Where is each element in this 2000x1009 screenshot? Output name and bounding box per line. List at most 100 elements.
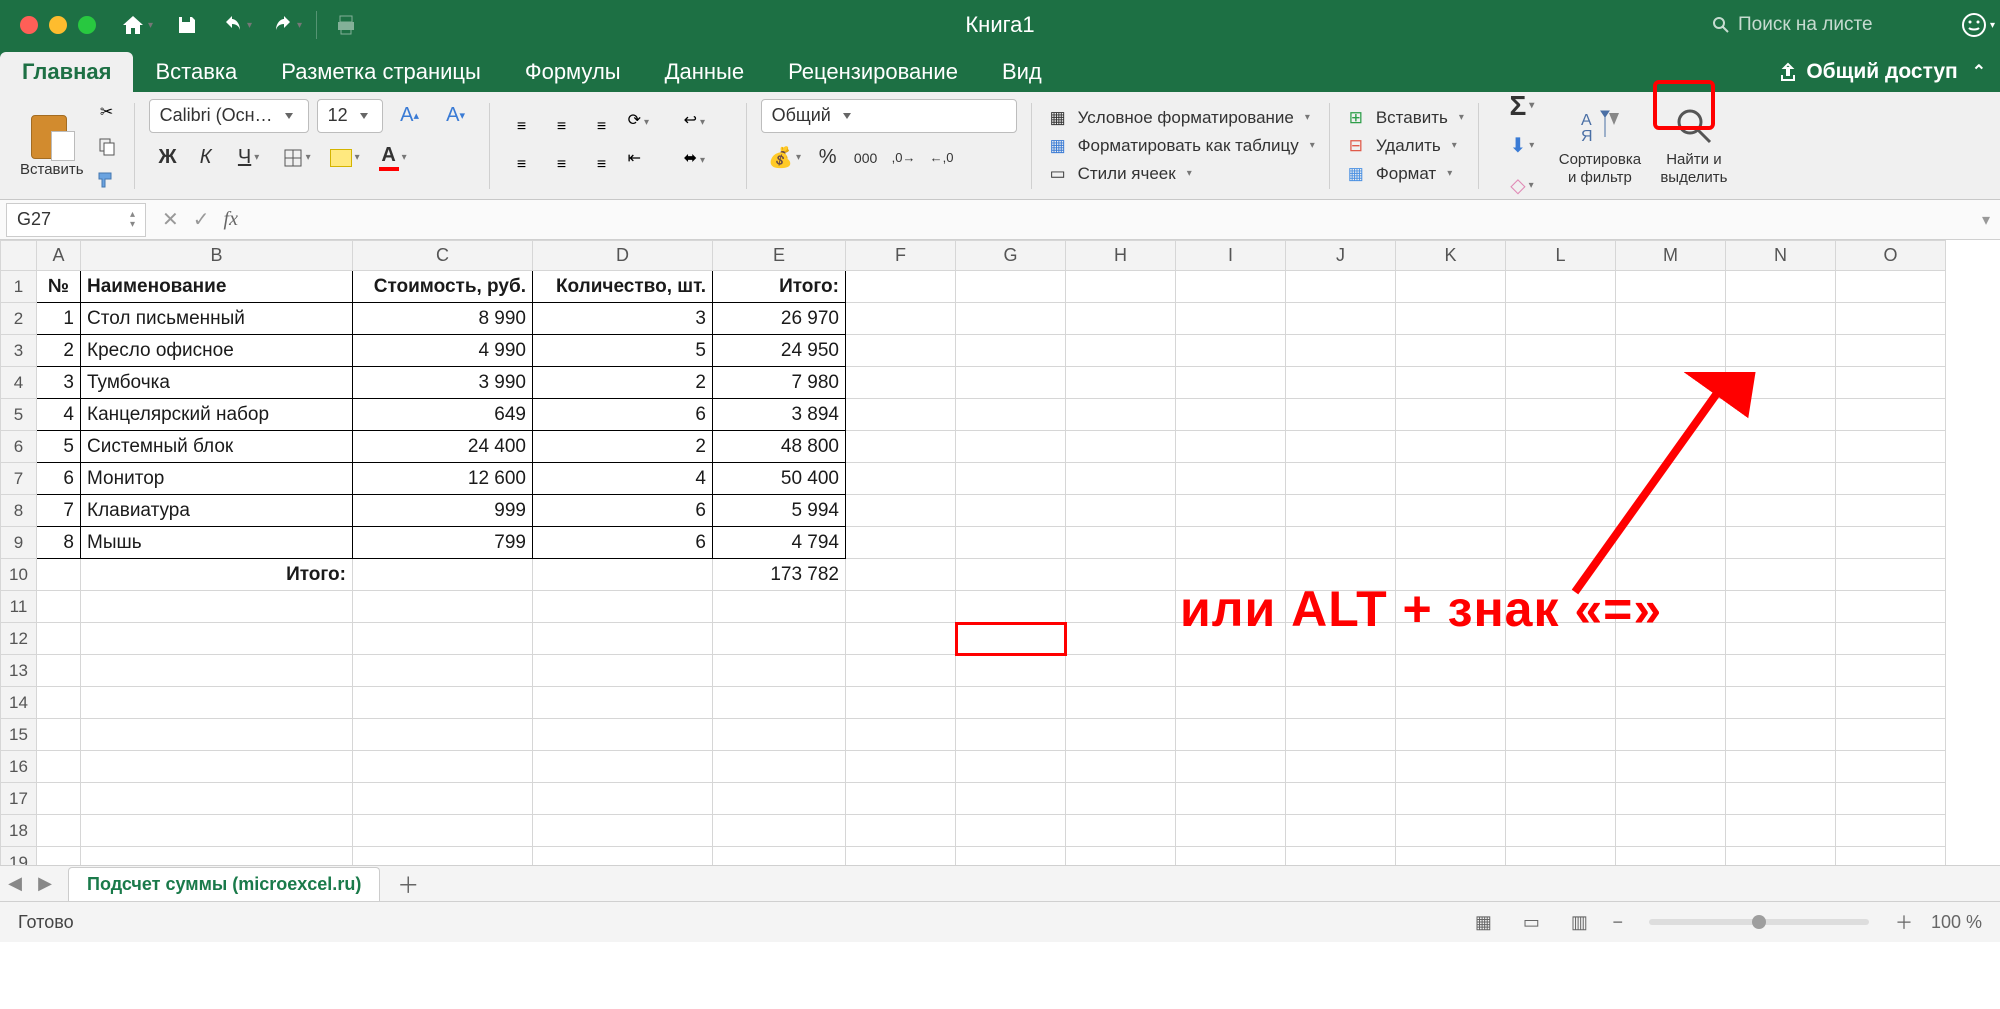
print-icon[interactable] (321, 0, 371, 50)
add-sheet-button[interactable]: ＋ (390, 869, 426, 899)
align-left-icon[interactable]: ≡ (504, 148, 540, 182)
align-top-icon[interactable]: ≡ (504, 110, 540, 144)
copy-icon[interactable] (94, 133, 120, 159)
tab-view[interactable]: Вид (980, 52, 1064, 92)
zoom-slider[interactable] (1649, 919, 1869, 925)
save-icon[interactable] (162, 0, 212, 50)
row-header-11[interactable]: 11 (1, 591, 37, 623)
autosum-button[interactable]: Σ▾ (1493, 89, 1551, 123)
maximize-window[interactable] (78, 16, 96, 34)
col-header-I[interactable]: I (1176, 241, 1286, 271)
col-header-L[interactable]: L (1506, 241, 1616, 271)
search-box[interactable]: Поиск на листе (1698, 8, 1948, 42)
share-button[interactable]: Общий доступ ⌃ (1778, 60, 2000, 92)
col-header-K[interactable]: K (1396, 241, 1506, 271)
row-header-18[interactable]: 18 (1, 815, 37, 847)
decrease-decimal-icon[interactable]: ←,0 (923, 141, 961, 175)
fill-button[interactable]: ⬇▾ (1493, 129, 1551, 163)
minimize-window[interactable] (49, 16, 67, 34)
redo-icon[interactable]: ▾ (262, 0, 312, 50)
tab-review[interactable]: Рецензирование (766, 52, 980, 92)
currency-button[interactable]: 💰▾ (761, 141, 809, 175)
increase-decimal-icon[interactable]: ,0→ (885, 141, 923, 175)
cancel-formula-icon[interactable]: ✕ (162, 207, 179, 232)
align-center-icon[interactable]: ≡ (544, 148, 580, 182)
next-sheet-icon[interactable]: ▶ (30, 873, 60, 894)
row-header-9[interactable]: 9 (1, 527, 37, 559)
number-format-combo[interactable]: Общий (761, 99, 1017, 133)
row-header-12[interactable]: 12 (1, 623, 37, 655)
name-box[interactable]: G27 ▴▾ (6, 203, 146, 237)
collapse-ribbon-icon[interactable]: ⌃ (1972, 62, 1986, 82)
col-header-N[interactable]: N (1726, 241, 1836, 271)
align-bottom-icon[interactable]: ≡ (584, 110, 620, 144)
row-header-1[interactable]: 1 (1, 271, 37, 303)
col-header-B[interactable]: B (81, 241, 353, 271)
row-header-3[interactable]: 3 (1, 335, 37, 367)
orientation-icon[interactable]: ⟳▾ (628, 110, 676, 144)
zoom-out-icon[interactable]: − (1612, 912, 1623, 933)
format-as-table-button[interactable]: ▦Форматировать как таблицу▾ (1046, 133, 1315, 159)
row-header-16[interactable]: 16 (1, 751, 37, 783)
insert-cells-button[interactable]: ⊞Вставить▾ (1344, 105, 1464, 131)
comma-button[interactable]: 000 (847, 141, 885, 175)
tab-insert[interactable]: Вставка (133, 52, 259, 92)
tab-page-layout[interactable]: Разметка страницы (259, 52, 503, 92)
row-header-15[interactable]: 15 (1, 719, 37, 751)
col-header-D[interactable]: D (533, 241, 713, 271)
row-header-10[interactable]: 10 (1, 559, 37, 591)
delete-cells-button[interactable]: ⊟Удалить▾ (1344, 133, 1464, 159)
row-header-7[interactable]: 7 (1, 463, 37, 495)
borders-button[interactable]: ▾ (273, 141, 321, 175)
close-window[interactable] (20, 16, 38, 34)
page-layout-view-icon[interactable]: ▭ (1516, 910, 1546, 934)
zoom-in-icon[interactable]: ＋ (1895, 909, 1913, 935)
decrease-font-icon[interactable]: A▾ (437, 99, 475, 133)
home-icon[interactable]: ▾ (112, 0, 162, 50)
indent-decrease-icon[interactable]: ⇤ (628, 148, 676, 182)
sort-filter-button[interactable]: АЯ Сортировка и фильтр (1555, 105, 1645, 187)
feedback-icon[interactable]: ▾ (1956, 0, 2000, 50)
page-break-view-icon[interactable]: ▥ (1564, 910, 1594, 934)
tab-home[interactable]: Главная (0, 52, 133, 92)
align-middle-icon[interactable]: ≡ (544, 110, 580, 144)
percent-button[interactable]: % (809, 141, 847, 175)
italic-button[interactable]: К (187, 141, 225, 175)
row-header-13[interactable]: 13 (1, 655, 37, 687)
tab-formulas[interactable]: Формулы (503, 52, 643, 92)
confirm-formula-icon[interactable]: ✓ (193, 207, 210, 232)
merge-cells-icon[interactable]: ⬌▾ (684, 148, 732, 182)
formula-input[interactable] (254, 203, 1972, 237)
fx-icon[interactable]: fx (224, 208, 238, 231)
spreadsheet-grid[interactable]: ABCDEFGHIJKLMNO1№НаименованиеСтоимость, … (0, 240, 1946, 866)
bold-button[interactable]: Ж (149, 141, 187, 175)
row-header-2[interactable]: 2 (1, 303, 37, 335)
row-header-19[interactable]: 19 (1, 847, 37, 867)
row-header-8[interactable]: 8 (1, 495, 37, 527)
fill-color-button[interactable]: ▾ (321, 141, 369, 175)
row-header-17[interactable]: 17 (1, 783, 37, 815)
prev-sheet-icon[interactable]: ◀ (0, 873, 30, 894)
clear-button[interactable]: ◇▾ (1493, 169, 1551, 203)
col-header-J[interactable]: J (1286, 241, 1396, 271)
sheet-tab[interactable]: Подсчет суммы (microexcel.ru) (68, 867, 380, 901)
col-header-F[interactable]: F (846, 241, 956, 271)
format-painter-icon[interactable] (94, 167, 120, 193)
normal-view-icon[interactable]: ▦ (1468, 910, 1498, 934)
expand-formula-bar-icon[interactable]: ▾ (1972, 210, 2000, 230)
increase-font-icon[interactable]: A▴ (391, 99, 429, 133)
row-header-5[interactable]: 5 (1, 399, 37, 431)
tab-data[interactable]: Данные (643, 52, 766, 92)
cell-styles-button[interactable]: ▭Стили ячеек▾ (1046, 161, 1315, 187)
font-size-combo[interactable]: 12 (317, 99, 383, 133)
col-header-A[interactable]: A (37, 241, 81, 271)
row-header-14[interactable]: 14 (1, 687, 37, 719)
font-name-combo[interactable]: Calibri (Осн… (149, 99, 309, 133)
col-header-M[interactable]: M (1616, 241, 1726, 271)
underline-button[interactable]: Ч▾ (225, 141, 273, 175)
paste-button[interactable]: Вставить (20, 113, 84, 178)
col-header-H[interactable]: H (1066, 241, 1176, 271)
wrap-text-icon[interactable]: ↩▾ (684, 110, 732, 144)
format-cells-button[interactable]: ▦Формат▾ (1344, 161, 1464, 187)
col-header-G[interactable]: G (956, 241, 1066, 271)
